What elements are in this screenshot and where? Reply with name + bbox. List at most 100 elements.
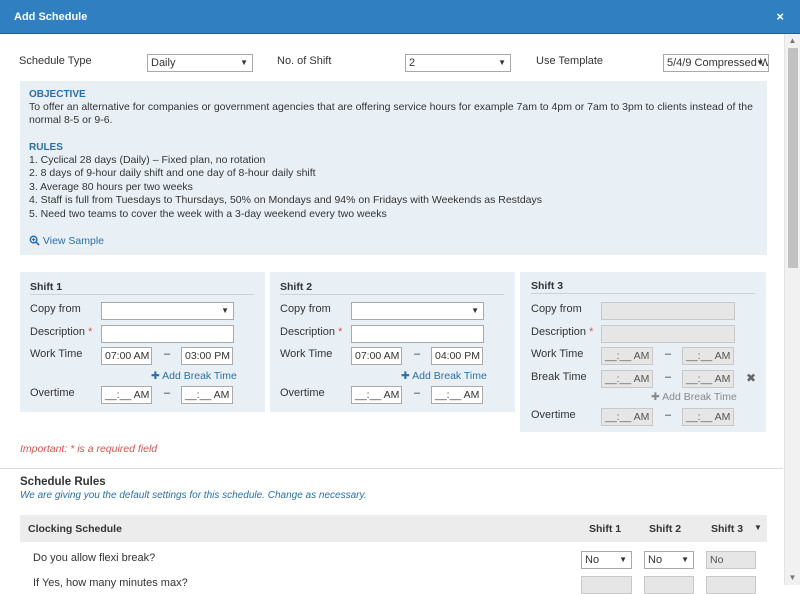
schedule-type-select[interactable]: Daily ▼	[147, 54, 253, 72]
flexi-minutes-shift-3-input	[706, 576, 756, 594]
divider	[531, 293, 755, 294]
schedule-rules-subtitle: We are giving you the default settings f…	[20, 490, 367, 501]
schedule-type-label: Schedule Type	[19, 55, 92, 67]
view-sample-label: View Sample	[42, 235, 105, 247]
range-dash: –	[414, 387, 421, 399]
shift-3-break-start-input: __:__ AM	[601, 370, 653, 388]
range-dash: –	[665, 371, 672, 383]
description-text: Description	[280, 326, 336, 338]
column-header-shift-2: Shift 2	[649, 523, 682, 535]
shift-2-overtime-end-input[interactable]: __:__ AM	[431, 386, 483, 404]
copy-from-label: Copy from	[280, 303, 331, 315]
use-template-select[interactable]: 5/4/9 Compressed W ▼	[663, 54, 769, 72]
shift-2-panel: Shift 2 Copy from ▼ Description * Work T…	[270, 272, 515, 412]
required-mark: *	[338, 326, 343, 338]
add-break-label: Add Break Time	[162, 370, 237, 382]
add-break-label: Add Break Time	[662, 391, 737, 403]
scrollbar-thumb[interactable]	[788, 48, 798, 268]
shift-1-panel: Shift 1 Copy from ▼ Description * Work T…	[20, 272, 265, 412]
divider	[30, 294, 254, 295]
flexi-break-shift-3-select: No	[706, 551, 756, 569]
required-mark: *	[589, 326, 594, 338]
overtime-label: Overtime	[280, 387, 325, 399]
shift-3-description-input	[601, 325, 735, 343]
chevron-down-icon: ▼	[221, 306, 229, 315]
shift-1-add-break-link[interactable]: ✚ Add Break Time	[151, 370, 237, 382]
flexi-break-shift-2-select[interactable]: No ▼	[644, 551, 694, 569]
shift-1-description-input[interactable]	[101, 325, 234, 343]
range-dash: –	[164, 348, 171, 360]
rules-list: 1. Cyclical 28 days (Daily) – Fixed plan…	[29, 154, 542, 221]
flexi-break-shift-1-select[interactable]: No ▼	[581, 551, 632, 569]
flexi-minutes-shift-2-input	[644, 576, 694, 594]
shift-3-copy-from-select	[601, 302, 735, 320]
rules-heading: RULES	[29, 142, 63, 153]
shift-1-work-end-input[interactable]: 03:00 PM	[181, 347, 233, 365]
template-info-panel: OBJECTIVE To offer an alternative for co…	[20, 81, 767, 255]
shift-2-description-input[interactable]	[351, 325, 484, 343]
copy-from-label: Copy from	[531, 303, 582, 315]
rule-item: 3. Average 80 hours per two weeks	[29, 180, 193, 193]
shift-1-overtime-start-input[interactable]: __:__ AM	[101, 386, 152, 404]
dialog-title: Add Schedule	[14, 11, 88, 23]
shift-1-copy-from-select[interactable]: ▼	[101, 302, 234, 320]
column-header-shift-1: Shift 1	[589, 523, 622, 535]
shift-2-add-break-link[interactable]: ✚ Add Break Time	[401, 370, 487, 382]
shift-2-work-end-input[interactable]: 04:00 PM	[431, 347, 483, 365]
range-dash: –	[164, 387, 171, 399]
shift-3-overtime-start-input: __:__ AM	[601, 408, 653, 426]
overtime-label: Overtime	[30, 387, 75, 399]
copy-from-label: Copy from	[30, 303, 81, 315]
shift-2-overtime-start-input[interactable]: __:__ AM	[351, 386, 402, 404]
break-time-label: Break Time	[531, 371, 587, 383]
plus-icon: ✚	[151, 370, 160, 382]
shift-2-copy-from-select[interactable]: ▼	[351, 302, 484, 320]
work-time-label: Work Time	[531, 348, 584, 360]
shift-2-work-start-input[interactable]: 07:00 AM	[351, 347, 402, 365]
scroll-down-icon[interactable]: ▼	[785, 571, 800, 585]
close-icon[interactable]: ×	[776, 9, 784, 24]
shift-3-panel: Shift 3 Copy from Description * Work Tim…	[520, 272, 766, 432]
shift-3-title: Shift 3	[531, 280, 564, 292]
description-label: Description *	[30, 326, 92, 338]
dialog-titlebar: Add Schedule ×	[0, 0, 800, 34]
use-template-value: 5/4/9 Compressed W	[667, 57, 768, 69]
overtime-label: Overtime	[531, 409, 576, 421]
chevron-down-icon: ▼	[471, 306, 479, 315]
shift-3-work-start-input: __:__ AM	[601, 347, 653, 365]
shift-3-add-break-link: ✚ Add Break Time	[651, 391, 737, 403]
chevron-down-icon: ▼	[498, 58, 506, 67]
shift-1-work-start-input[interactable]: 07:00 AM	[101, 347, 152, 365]
no-of-shift-label: No. of Shift	[277, 55, 332, 67]
clocking-schedule-title: Clocking Schedule	[28, 523, 122, 535]
shift-2-title: Shift 2	[280, 281, 313, 293]
clocking-schedule-header: Clocking Schedule Shift 1 Shift 2 Shift …	[20, 515, 767, 542]
chevron-down-icon: ▼	[756, 58, 764, 67]
range-dash: –	[665, 348, 672, 360]
remove-break-icon[interactable]: ✖	[746, 371, 756, 385]
rule-item: 5. Need two teams to cover the week with…	[29, 207, 387, 220]
vertical-scrollbar[interactable]: ▲ ▼	[784, 34, 800, 585]
rule-item: 2. 8 days of 9-hour daily shift and one …	[29, 167, 316, 180]
work-time-label: Work Time	[30, 348, 83, 360]
description-label: Description *	[280, 326, 342, 338]
caret-down-icon[interactable]: ▼	[754, 523, 762, 532]
rule-question: If Yes, how many minutes max?	[33, 577, 188, 589]
required-mark: *	[88, 326, 93, 338]
no-of-shift-value: 2	[409, 57, 416, 69]
shift-1-overtime-end-input[interactable]: __:__ AM	[181, 386, 233, 404]
description-label: Description *	[531, 326, 593, 338]
chevron-down-icon: ▼	[681, 555, 689, 564]
rule-item: 1. Cyclical 28 days (Daily) – Fixed plan…	[29, 154, 266, 166]
view-sample-link[interactable]: View Sample	[29, 235, 104, 247]
divider	[280, 294, 504, 295]
flexi-minutes-shift-1-input	[581, 576, 632, 594]
description-text: Description	[30, 326, 86, 338]
range-dash: –	[414, 348, 421, 360]
schedule-rules-title: Schedule Rules	[20, 476, 106, 488]
rule-question: Do you allow flexi break?	[33, 552, 156, 564]
scroll-up-icon[interactable]: ▲	[785, 34, 800, 48]
work-time-label: Work Time	[280, 348, 333, 360]
no-of-shift-select[interactable]: 2 ▼	[405, 54, 511, 72]
plus-icon: ✚	[401, 370, 410, 382]
